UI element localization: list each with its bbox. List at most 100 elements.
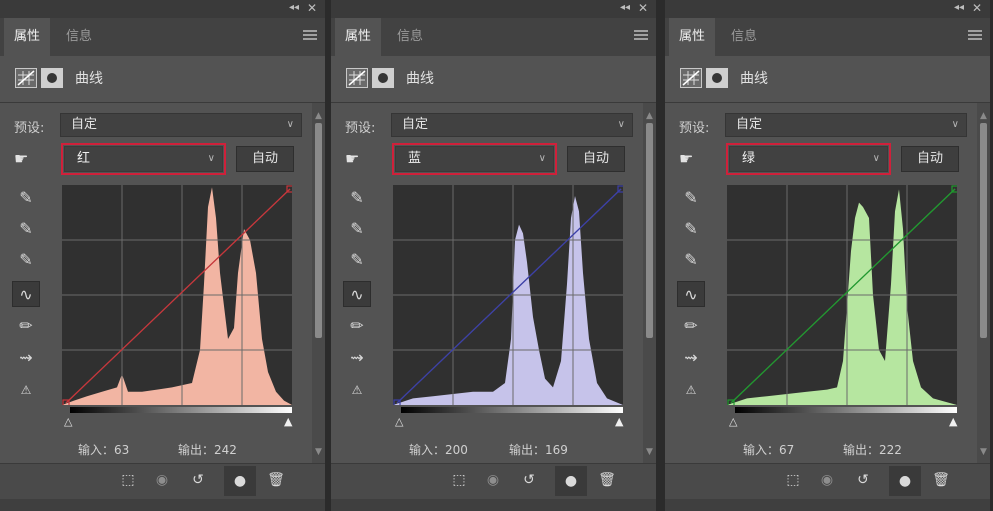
black-point-eyedropper-icon[interactable]: ✎	[12, 185, 40, 211]
clip-to-layer-icon[interactable]: ⬚	[783, 472, 803, 488]
channel-dropdown[interactable]: 蓝 ∨	[392, 143, 557, 175]
gray-point-eyedropper-icon[interactable]: ✎	[343, 216, 371, 242]
white-point-eyedropper-icon[interactable]: ✎	[12, 247, 40, 273]
gray-point-eyedropper-icon[interactable]: ✎	[12, 216, 40, 242]
input-value[interactable]: 67	[779, 443, 794, 457]
pencil-icon[interactable]: ✏	[12, 313, 40, 339]
collapse-icon[interactable]: ◂◂	[954, 2, 964, 13]
channel-dropdown[interactable]: 绿 ∨	[726, 143, 891, 175]
scrollbar[interactable]: ▲ ▼	[643, 103, 656, 463]
black-point-eyedropper-icon[interactable]: ✎	[343, 185, 371, 211]
curves-adjustment-icon[interactable]	[15, 68, 37, 88]
adjustment-title: 曲线	[740, 71, 768, 87]
panel-footer: ⬚ ◉ ↺ ● 🗑	[331, 463, 656, 500]
clipping-warning-icon[interactable]: ⚠	[677, 377, 705, 403]
white-slider-handle[interactable]: ▲	[284, 415, 292, 428]
black-slider-handle[interactable]: △	[729, 415, 737, 428]
clip-to-layer-icon[interactable]: ⬚	[118, 472, 138, 488]
tab-info[interactable]: 信息	[721, 18, 767, 56]
reset-icon[interactable]: ↺	[853, 472, 873, 488]
panel-menu-icon[interactable]	[303, 28, 317, 42]
delete-icon[interactable]: 🗑	[931, 472, 951, 488]
close-icon[interactable]: ✕	[307, 1, 317, 15]
tab-info[interactable]: 信息	[56, 18, 102, 56]
scrollbar[interactable]: ▲ ▼	[977, 103, 990, 463]
smooth-curve-icon[interactable]: ⇝	[343, 345, 371, 371]
output-value[interactable]: 169	[545, 443, 568, 457]
panel-menu-icon[interactable]	[634, 28, 648, 42]
curves-panels-composite: ◂◂ ✕ 属性 信息 曲线 预设: 自定 ∨ ☛ 红 ∨ 自动 ✎ ✎ ✎ ∿ …	[0, 0, 993, 511]
view-previous-state-icon[interactable]: ◉	[817, 472, 837, 488]
chevron-down-icon: ∨	[951, 119, 959, 130]
curves-adjustment-icon[interactable]	[346, 68, 368, 88]
view-previous-state-icon[interactable]: ◉	[152, 472, 172, 488]
toggle-visibility-icon[interactable]: ●	[555, 466, 587, 496]
auto-button[interactable]: 自动	[236, 146, 294, 172]
edit-points-curve-icon[interactable]: ∿	[677, 281, 705, 307]
close-icon[interactable]: ✕	[638, 1, 648, 15]
clipping-warning-icon[interactable]: ⚠	[12, 377, 40, 403]
curves-graph[interactable]	[62, 185, 292, 405]
tab-properties[interactable]: 属性	[335, 18, 382, 56]
targeted-adjustment-icon[interactable]: ☛	[679, 149, 693, 168]
white-point-eyedropper-icon[interactable]: ✎	[343, 247, 371, 273]
panel-title-strip: ◂◂ ✕	[665, 0, 990, 18]
white-slider-handle[interactable]: ▲	[949, 415, 957, 428]
delete-icon[interactable]: 🗑	[597, 472, 617, 488]
input-gradient-bar	[70, 407, 292, 413]
adjustment-title: 曲线	[406, 71, 434, 87]
chevron-down-icon: ∨	[872, 153, 880, 164]
gray-point-eyedropper-icon[interactable]: ✎	[677, 216, 705, 242]
curves-graph[interactable]	[393, 185, 623, 405]
black-slider-handle[interactable]: △	[395, 415, 403, 428]
black-slider-handle[interactable]: △	[64, 415, 72, 428]
smooth-curve-icon[interactable]: ⇝	[677, 345, 705, 371]
clipping-warning-icon[interactable]: ⚠	[343, 377, 371, 403]
toggle-visibility-icon[interactable]: ●	[889, 466, 921, 496]
properties-panel: ◂◂ ✕ 属性 信息 曲线 预设: 自定 ∨ ☛	[0, 0, 327, 511]
panel-menu-icon[interactable]	[968, 28, 982, 42]
tab-properties[interactable]: 属性	[669, 18, 716, 56]
auto-button[interactable]: 自动	[567, 146, 625, 172]
edit-points-curve-icon[interactable]: ∿	[12, 281, 40, 307]
reset-icon[interactable]: ↺	[519, 472, 539, 488]
input-value[interactable]: 63	[114, 443, 129, 457]
clip-to-layer-icon[interactable]: ⬚	[449, 472, 469, 488]
preset-value: 自定	[736, 117, 763, 132]
layer-mask-icon[interactable]	[706, 68, 728, 88]
scrollbar[interactable]: ▲ ▼	[312, 103, 325, 463]
layer-mask-icon[interactable]	[372, 68, 394, 88]
auto-button[interactable]: 自动	[901, 146, 959, 172]
channel-dropdown[interactable]: 红 ∨	[61, 143, 226, 175]
output-value[interactable]: 222	[879, 443, 902, 457]
white-slider-handle[interactable]: ▲	[615, 415, 623, 428]
view-previous-state-icon[interactable]: ◉	[483, 472, 503, 488]
black-point-eyedropper-icon[interactable]: ✎	[677, 185, 705, 211]
collapse-icon[interactable]: ◂◂	[289, 2, 299, 13]
curves-graph[interactable]	[727, 185, 957, 405]
edit-points-curve-icon[interactable]: ∿	[343, 281, 371, 307]
output-value[interactable]: 242	[214, 443, 237, 457]
close-icon[interactable]: ✕	[972, 1, 982, 15]
targeted-adjustment-icon[interactable]: ☛	[14, 149, 28, 168]
input-value[interactable]: 200	[445, 443, 468, 457]
white-point-eyedropper-icon[interactable]: ✎	[677, 247, 705, 273]
smooth-curve-icon[interactable]: ⇝	[12, 345, 40, 371]
preset-dropdown[interactable]: 自定 ∨	[725, 113, 967, 137]
tab-info[interactable]: 信息	[387, 18, 433, 56]
layer-mask-icon[interactable]	[41, 68, 63, 88]
chevron-down-icon: ∨	[538, 153, 546, 164]
curves-adjustment-icon[interactable]	[680, 68, 702, 88]
toggle-visibility-icon[interactable]: ●	[224, 466, 256, 496]
reset-icon[interactable]: ↺	[188, 472, 208, 488]
delete-icon[interactable]: 🗑	[266, 472, 286, 488]
pencil-icon[interactable]: ✏	[343, 313, 371, 339]
tab-bar: 属性 信息	[0, 18, 325, 57]
collapse-icon[interactable]: ◂◂	[620, 2, 630, 13]
preset-dropdown[interactable]: 自定 ∨	[60, 113, 302, 137]
pencil-icon[interactable]: ✏	[677, 313, 705, 339]
input-label: 输入：	[78, 443, 115, 457]
targeted-adjustment-icon[interactable]: ☛	[345, 149, 359, 168]
tab-properties[interactable]: 属性	[4, 18, 51, 56]
preset-dropdown[interactable]: 自定 ∨	[391, 113, 633, 137]
